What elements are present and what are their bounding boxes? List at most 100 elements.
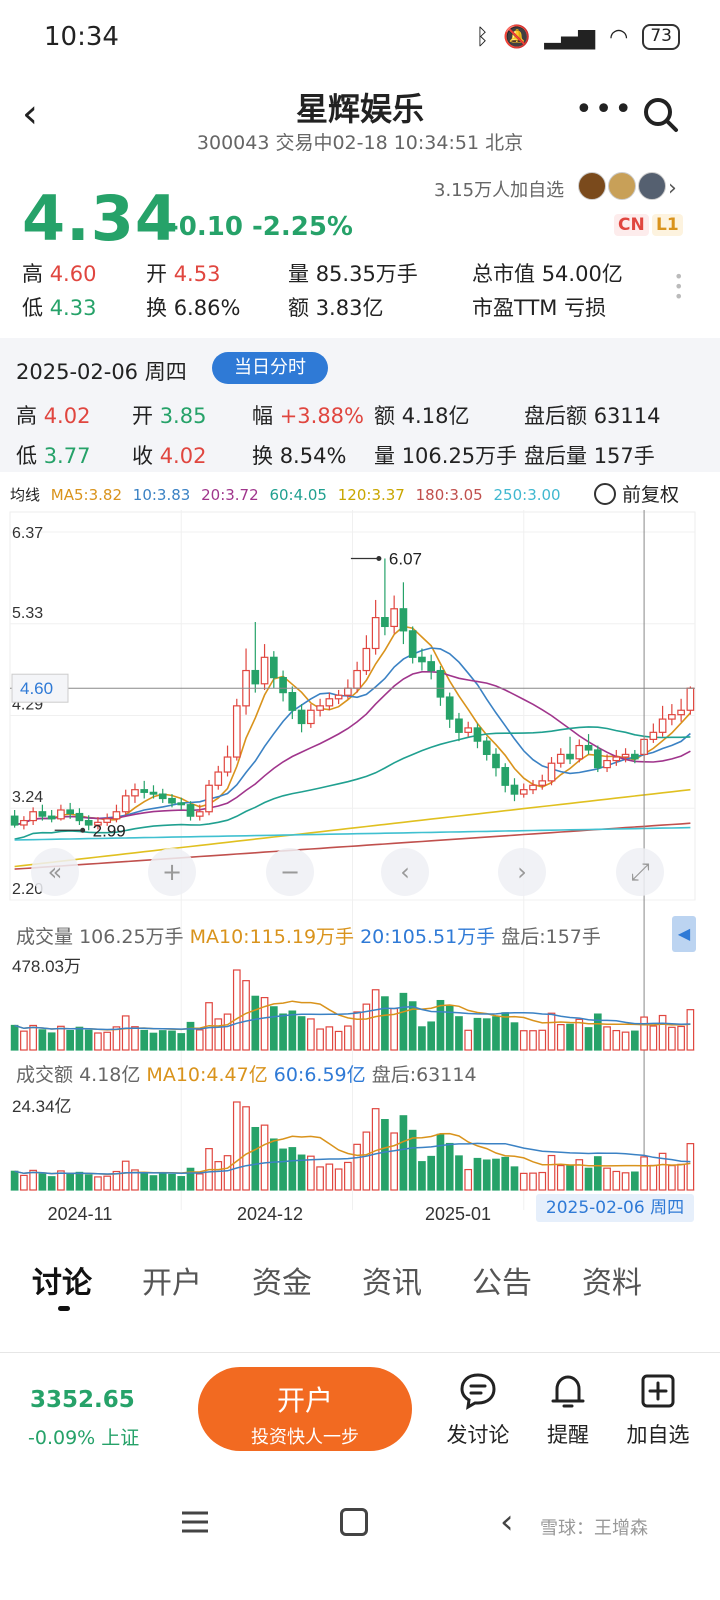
candle-body xyxy=(75,812,84,822)
ma20-label: 20:3.72 xyxy=(201,486,259,504)
candle-body xyxy=(529,784,537,791)
volume-bar xyxy=(66,1029,75,1051)
amount-bar xyxy=(307,1155,315,1191)
watcher-count[interactable]: 3.15万人加自选 xyxy=(434,176,564,202)
ma-legend: 均线 MA5:3.82 10:3.83 20:3.72 60:4.05 120:… xyxy=(10,484,567,505)
volume-bar xyxy=(464,1029,473,1051)
tab-discussion[interactable]: 讨论 xyxy=(32,1258,92,1302)
tab-news[interactable]: 资讯 xyxy=(362,1258,422,1302)
volume-bar xyxy=(658,1014,667,1051)
tab-open-account[interactable]: 开户 xyxy=(142,1258,202,1302)
stat-volume: 量 85.35万手 xyxy=(288,262,418,286)
candle-body xyxy=(445,696,454,720)
candle-body xyxy=(307,709,315,725)
fullscreen-icon[interactable]: ⤢ xyxy=(630,858,649,886)
volume-bar xyxy=(288,1010,297,1051)
tab-profile[interactable]: 资料 xyxy=(582,1258,642,1302)
volume-bar xyxy=(325,1026,334,1051)
candle-body xyxy=(492,753,500,769)
amount-label: 成交额 xyxy=(16,1064,74,1086)
search-icon[interactable] xyxy=(640,94,680,134)
post-button[interactable]: 发讨论 xyxy=(438,1371,518,1449)
y-tick-label: 3.24 xyxy=(12,789,43,806)
volume-bar xyxy=(519,1030,528,1051)
volume-bar xyxy=(112,1026,121,1051)
amount-bar xyxy=(232,1101,241,1191)
volume-bar xyxy=(269,1006,278,1051)
signal-icon: ▂▄▆ xyxy=(544,24,596,50)
watcher-avatars[interactable] xyxy=(578,172,666,200)
candle-body xyxy=(57,809,65,820)
amount-bar xyxy=(260,1124,269,1191)
zoom-rewind-icon[interactable]: « xyxy=(48,858,63,886)
more-icon[interactable]: ••• xyxy=(575,92,634,127)
cn-badge: CN xyxy=(614,214,649,236)
expand-dots-icon[interactable]: • • • xyxy=(674,269,683,305)
zoom-in-icon[interactable]: + xyxy=(162,858,182,886)
amount-bar xyxy=(501,1156,510,1191)
amount-bar xyxy=(686,1143,695,1191)
volume-bar xyxy=(307,1018,315,1051)
index-change[interactable]: -0.09% 上证 xyxy=(28,1423,139,1450)
ma120-label: 120:3.37 xyxy=(337,486,405,504)
candle-body xyxy=(538,780,547,786)
home-icon[interactable] xyxy=(340,1508,368,1536)
ma-legend-label: 均线 xyxy=(10,486,41,504)
kline-chart[interactable]: 6.375.334.293.242.206.072.994.60« + − ‹ › ⤢47… xyxy=(0,510,720,1225)
stat-mcap: 总市值 54.00亿 xyxy=(472,262,623,286)
tab-announcements[interactable]: 公告 xyxy=(472,1258,532,1302)
nav-back-icon[interactable]: ‹ xyxy=(500,1502,514,1542)
chevron-right-icon[interactable]: › xyxy=(668,176,677,201)
candle-body xyxy=(269,656,278,679)
candle-body xyxy=(66,809,75,815)
amount-bar xyxy=(149,1175,158,1191)
amount-bar xyxy=(482,1159,491,1191)
amount-bar xyxy=(158,1173,167,1191)
candle-body xyxy=(344,687,352,696)
amount-bar xyxy=(140,1172,149,1191)
amount-max-label: 24.34亿 xyxy=(12,1097,72,1116)
bottom-action-bar: 3352.65 -0.09% 上证 开户 投资快人一步 发讨论 提醒 加自选 xyxy=(0,1352,720,1472)
amount-bar xyxy=(214,1161,223,1191)
amount-value: 4.18亿 xyxy=(79,1064,141,1086)
zoom-out-icon[interactable]: − xyxy=(280,858,300,886)
collapse-panel-icon[interactable]: ◀ xyxy=(672,916,696,952)
open-account-button[interactable]: 开户 投资快人一步 xyxy=(198,1367,412,1451)
candle-body xyxy=(84,819,93,826)
candle-body xyxy=(140,789,149,793)
amount-bar xyxy=(334,1168,343,1191)
recent-apps-icon[interactable] xyxy=(180,1510,210,1534)
candle-body xyxy=(677,709,685,716)
candle-body xyxy=(501,767,510,786)
volume-bar xyxy=(121,1015,130,1051)
candle-body xyxy=(47,815,56,820)
index-value[interactable]: 3352.65 xyxy=(30,1387,135,1413)
amount-bar xyxy=(538,1171,547,1191)
volume-bar xyxy=(297,1016,306,1051)
amount-bar xyxy=(103,1175,112,1191)
candle-body xyxy=(362,647,371,672)
candle-body xyxy=(649,731,658,740)
amount-bar xyxy=(94,1176,102,1191)
pan-right-icon[interactable]: › xyxy=(517,858,527,886)
intraday-button[interactable]: 当日分时 xyxy=(212,352,328,384)
tab-funds[interactable]: 资金 xyxy=(252,1258,312,1302)
volume-ma10: MA10:115.19万手 xyxy=(189,926,355,948)
volume-bar xyxy=(353,1011,361,1051)
alert-button[interactable]: 提醒 xyxy=(528,1371,608,1449)
volume-bar xyxy=(538,1029,547,1051)
volume-bar xyxy=(131,1026,139,1051)
amount-bar xyxy=(492,1158,500,1191)
pan-left-icon[interactable]: ‹ xyxy=(400,858,410,886)
candle-body xyxy=(399,608,408,632)
restore-toggle[interactable]: 前复权 xyxy=(594,480,679,507)
candle-body xyxy=(168,797,176,804)
settings-icon xyxy=(594,483,616,505)
volume-bar xyxy=(195,1029,204,1051)
add-watch-button[interactable]: 加自选 xyxy=(618,1371,698,1449)
candle-body xyxy=(612,756,621,762)
candle-body xyxy=(390,608,398,628)
amount-bar xyxy=(269,1138,278,1191)
candle-body xyxy=(668,714,676,720)
volume-bar xyxy=(279,1013,287,1051)
